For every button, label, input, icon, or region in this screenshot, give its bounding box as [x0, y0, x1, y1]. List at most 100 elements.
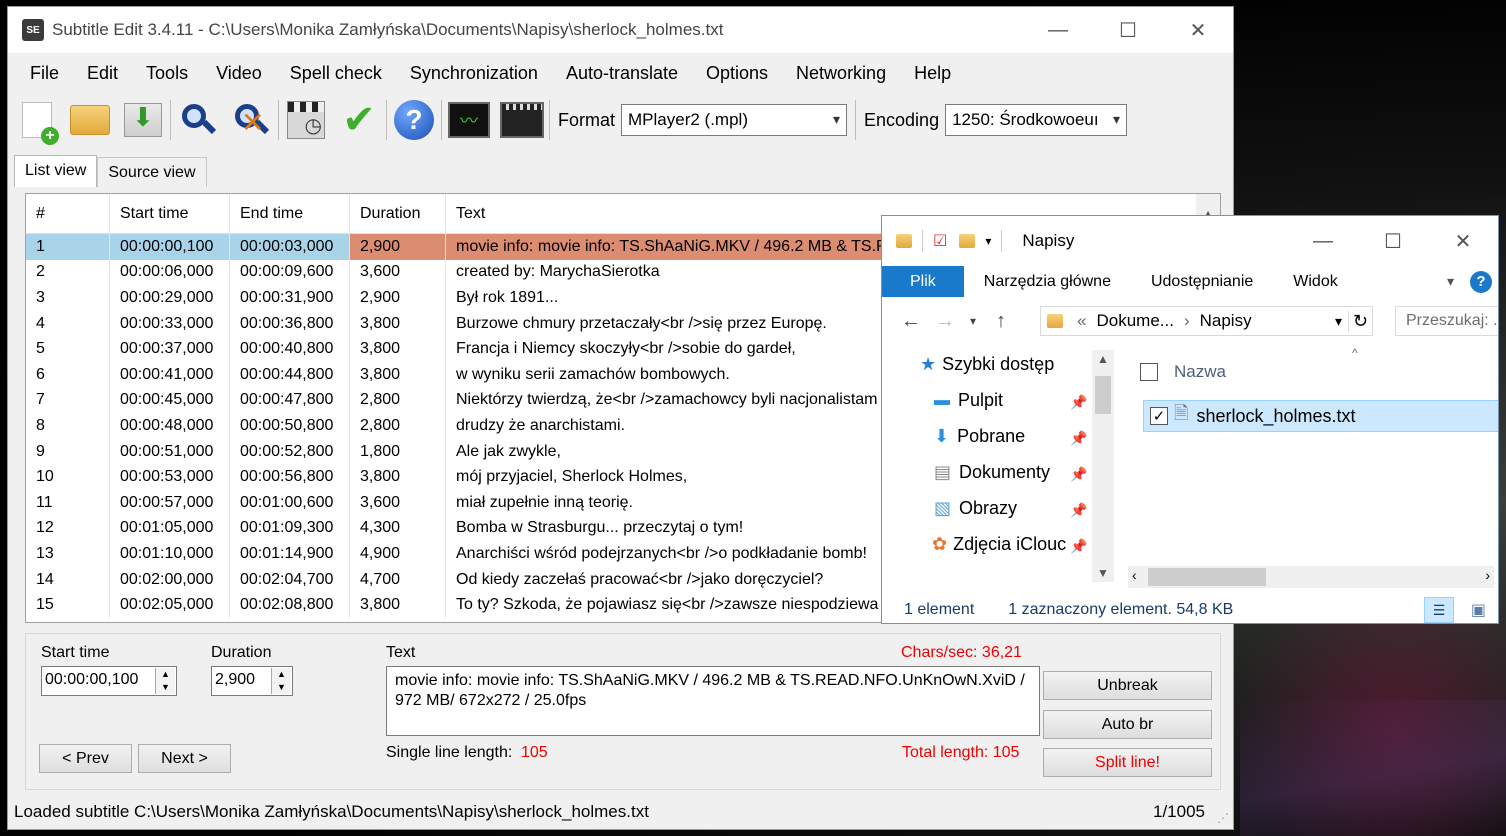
search-input[interactable]: Przeszukaj: ...: [1395, 306, 1498, 336]
menu-options[interactable]: Options: [692, 63, 782, 84]
se-close-button[interactable]: ✕: [1163, 7, 1233, 53]
properties-check-icon[interactable]: ☑: [933, 231, 947, 251]
menu-auto-translate[interactable]: Auto-translate: [552, 63, 692, 84]
ribbon-tab-narzedzia[interactable]: Narzędzia główne: [964, 266, 1131, 297]
ribbon-tab-plik[interactable]: Plik: [882, 266, 964, 297]
scroll-up-arrow-icon[interactable]: ▲: [1097, 352, 1109, 366]
spin-up-down-icon[interactable]: ▲ ▼: [271, 668, 291, 694]
pin-icon[interactable]: 📌: [1070, 430, 1087, 447]
explorer-titlebar[interactable]: ☑ ▾ Napisy — ☐ ✕: [882, 216, 1498, 266]
se-maximize-button[interactable]: ☐: [1093, 7, 1163, 53]
unbreak-button[interactable]: Unbreak: [1043, 671, 1212, 700]
tab-source-view[interactable]: Source view: [97, 157, 207, 187]
ribbon-tab-widok[interactable]: Widok: [1273, 266, 1357, 297]
large-icons-view-icon[interactable]: ▣: [1471, 600, 1486, 620]
ribbon-tab-udostepnianie[interactable]: Udostępnianie: [1131, 266, 1273, 297]
pin-icon[interactable]: 📌: [1070, 466, 1087, 483]
cell-duration: 4,700: [350, 566, 446, 593]
file-checkbox[interactable]: ✓: [1150, 407, 1168, 425]
breadcrumb-separator[interactable]: ›: [1184, 311, 1190, 331]
subtitle-text-input[interactable]: movie info: movie info: TS.ShAaNiG.MKV /…: [386, 666, 1040, 736]
ex-minimize-button[interactable]: —: [1288, 216, 1358, 266]
menu-video[interactable]: Video: [202, 63, 276, 84]
se-titlebar[interactable]: SE Subtitle Edit 3.4.11 - C:\Users\Monik…: [8, 7, 1233, 53]
start-time-input[interactable]: 00:00:00,100 ▲ ▼: [41, 666, 177, 696]
menu-spell-check[interactable]: Spell check: [276, 63, 396, 84]
menu-help[interactable]: Help: [900, 63, 965, 84]
nav-pulpit[interactable]: ▬ Pulpit: [934, 390, 1003, 411]
nav-dokumenty[interactable]: ▤ Dokumenty: [934, 462, 1050, 483]
next-button[interactable]: Next >: [138, 744, 231, 773]
details-view-icon[interactable]: ☰: [1424, 597, 1454, 623]
nav-pobrane[interactable]: ⬇ Pobrane: [934, 426, 1025, 447]
visual-sync-button[interactable]: [283, 97, 329, 143]
folder-icon: [1047, 314, 1063, 328]
pin-icon[interactable]: 📌: [1070, 538, 1087, 555]
breadcrumb-documents[interactable]: Dokume...: [1096, 311, 1173, 331]
help-question-icon[interactable]: ?: [1470, 270, 1492, 293]
pin-icon[interactable]: 📌: [1070, 502, 1087, 519]
menu-networking[interactable]: Networking: [782, 63, 900, 84]
ex-close-button[interactable]: ✕: [1428, 216, 1498, 266]
new-file-button[interactable]: [14, 97, 60, 145]
cell-number: 3: [26, 285, 110, 311]
nav-quick-access[interactable]: ★ Szybki dostęp: [920, 354, 1054, 375]
file-list-hscrollbar[interactable]: ‹ ›: [1128, 566, 1494, 588]
header-duration[interactable]: Duration: [350, 194, 446, 233]
waveform-button[interactable]: 〰: [446, 97, 492, 143]
duration-input[interactable]: 2,900 ▲ ▼: [211, 666, 293, 696]
refresh-icon[interactable]: ↻: [1347, 310, 1368, 332]
nav-icloud-photos[interactable]: ✿ Zdjęcia iClouc: [932, 534, 1066, 555]
nav-scroll-thumb[interactable]: [1095, 376, 1111, 414]
cell-start-time: 00:02:05,000: [110, 592, 230, 618]
cell-start-time: 00:00:57,000: [110, 489, 230, 516]
hscroll-thumb[interactable]: [1148, 568, 1266, 586]
split-line-button[interactable]: Split line!: [1043, 748, 1212, 777]
list-item[interactable]: ✓ 🗎 sherlock_holmes.txt: [1143, 400, 1498, 432]
save-file-button[interactable]: [120, 97, 166, 143]
resize-grip-icon[interactable]: ⋰: [1217, 811, 1229, 825]
format-select[interactable]: MPlayer2 (.mpl) ▾: [621, 104, 848, 136]
ribbon-expand-chevron-icon[interactable]: ▾: [1447, 273, 1454, 290]
quick-access-dropdown-icon[interactable]: ▾: [985, 234, 991, 248]
breadcrumb-napisy[interactable]: Napisy: [1200, 311, 1252, 331]
auto-br-button[interactable]: Auto br: [1043, 710, 1212, 739]
nav-pane-scrollbar[interactable]: ▲ ▼: [1092, 350, 1114, 582]
header-start-time[interactable]: Start time: [110, 194, 230, 233]
select-all-checkbox[interactable]: [1140, 363, 1158, 381]
video-button[interactable]: [499, 97, 545, 143]
new-folder-icon[interactable]: [959, 234, 976, 248]
header-number[interactable]: #: [26, 194, 110, 233]
nav-quick-access-label: Szybki dostęp: [942, 354, 1055, 374]
menu-synchronization[interactable]: Synchronization: [396, 63, 552, 84]
column-header-name[interactable]: Nazwa: [1140, 362, 1226, 382]
menu-tools[interactable]: Tools: [132, 63, 202, 84]
prev-button[interactable]: < Prev: [39, 744, 132, 773]
spell-check-button[interactable]: ✔: [336, 97, 382, 143]
se-minimize-button[interactable]: —: [1023, 7, 1093, 53]
scroll-left-arrow-icon[interactable]: ‹: [1132, 567, 1137, 583]
tab-list-view[interactable]: List view: [14, 155, 98, 187]
open-file-button[interactable]: [67, 97, 113, 143]
header-end-time[interactable]: End time: [230, 194, 350, 233]
address-bar[interactable]: « Dokume... › Napisy ▾ ↻: [1040, 306, 1373, 336]
ex-maximize-button[interactable]: ☐: [1358, 216, 1428, 266]
up-arrow-icon[interactable]: ↑: [984, 310, 1018, 333]
scroll-right-arrow-icon[interactable]: ›: [1485, 567, 1490, 583]
menu-edit[interactable]: Edit: [73, 63, 132, 84]
help-button[interactable]: ?: [391, 97, 437, 143]
back-arrow-icon[interactable]: ←: [894, 310, 928, 333]
find-button[interactable]: [175, 97, 221, 143]
replace-button[interactable]: ✕: [228, 97, 274, 143]
spin-up-down-icon[interactable]: ▲ ▼: [155, 668, 175, 694]
menu-file[interactable]: File: [8, 63, 73, 84]
address-chevron-down-icon[interactable]: ▾: [1335, 313, 1342, 330]
scroll-down-arrow-icon[interactable]: ▼: [1097, 566, 1109, 580]
forward-arrow-icon[interactable]: →: [928, 310, 962, 333]
recent-locations-chevron-icon[interactable]: ▾: [962, 314, 984, 328]
address-overflow[interactable]: «: [1077, 311, 1086, 331]
nav-icloud-photos-label: Zdjęcia iClouc: [953, 534, 1067, 554]
nav-obrazy[interactable]: ▧ Obrazy: [934, 498, 1017, 519]
pin-icon[interactable]: 📌: [1070, 394, 1087, 411]
encoding-select[interactable]: 1250: Środkowoeuı ▾: [945, 104, 1128, 136]
